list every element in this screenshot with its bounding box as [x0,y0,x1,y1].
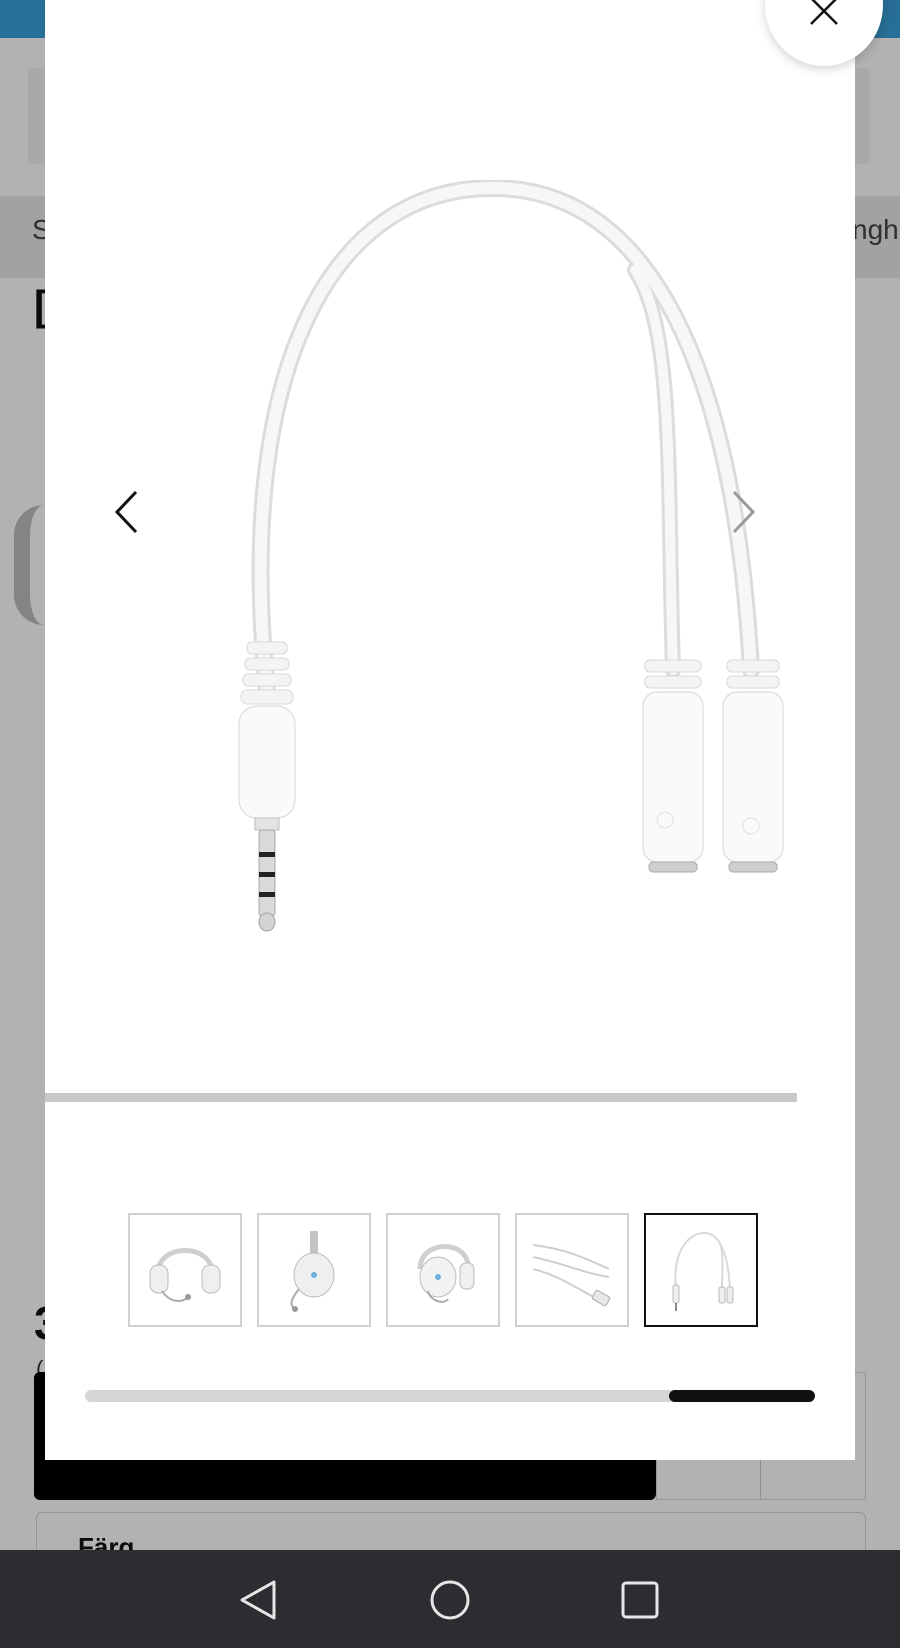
home-circle-icon [430,1580,470,1620]
next-image-button[interactable] [713,472,773,552]
thumbnail-strip [128,1213,758,1327]
cables-thumbnail-image [532,1244,611,1307]
thumbnail-headset-side[interactable] [257,1213,371,1327]
back-triangle-icon [240,1580,276,1620]
thumbnail-y-splitter[interactable] [644,1213,758,1327]
headset-side-thumbnail-image [290,1231,335,1312]
system-recents-button[interactable] [614,1574,666,1626]
close-icon [810,0,838,25]
thumbnail-headset-angle[interactable] [386,1213,500,1327]
chevron-left-icon [114,490,138,534]
thumbnail-cables[interactable] [515,1213,629,1327]
previous-image-button[interactable] [97,472,157,552]
main-product-image [238,180,784,932]
image-gallery-modal [45,0,855,1460]
headset-thumbnail-image [149,1248,221,1302]
recents-square-icon [621,1581,659,1619]
system-home-button[interactable] [424,1574,476,1626]
thumbnail-scrollbar[interactable] [85,1390,815,1402]
thumbnail-scrollbar-thumb[interactable] [669,1390,815,1402]
image-slider-track[interactable] [45,1093,797,1102]
y-splitter-thumbnail-image [672,1231,734,1311]
chevron-right-icon [732,490,756,534]
system-back-button[interactable] [232,1574,284,1626]
system-navigation-bar [0,1550,900,1648]
headset-angle-thumbnail-image [417,1244,475,1303]
thumbnail-headset-front[interactable] [128,1213,242,1327]
